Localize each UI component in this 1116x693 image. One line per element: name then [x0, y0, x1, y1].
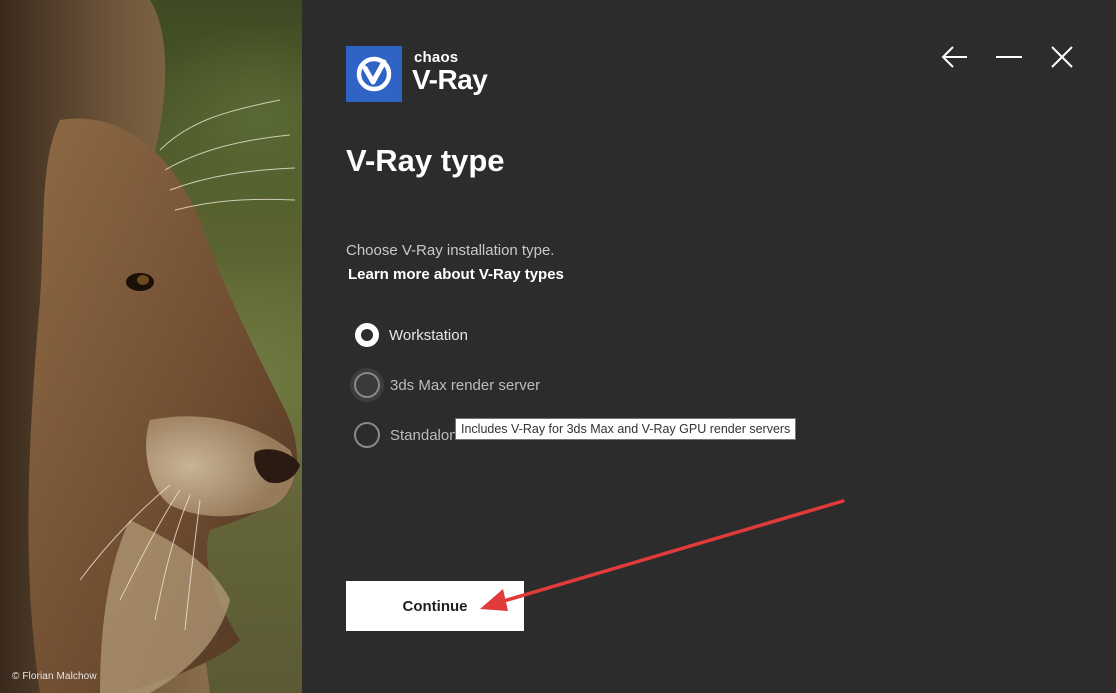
- lion-illustration: [0, 0, 300, 693]
- installer-panel: chaos V-Ray V-Ray type Choose V-Ray inst…: [302, 0, 1116, 693]
- option-label: Workstation: [389, 326, 468, 344]
- minimize-icon[interactable]: [994, 42, 1024, 72]
- option-label: 3ds Max render server: [390, 376, 541, 394]
- hero-photo: © Florian Malchow: [0, 0, 302, 693]
- vray-logo-icon: [346, 46, 402, 102]
- back-arrow-icon[interactable]: [940, 42, 970, 72]
- learn-more-link[interactable]: Learn more about V-Ray types: [348, 266, 564, 283]
- radio-selected-icon[interactable]: [355, 323, 379, 347]
- page-subtitle: Choose V-Ray installation type.: [346, 242, 555, 259]
- option-3ds-max-render-server[interactable]: 3ds Max render server: [354, 371, 540, 399]
- close-icon[interactable]: [1047, 42, 1077, 72]
- logo-product-text: V-Ray: [412, 64, 488, 95]
- continue-button[interactable]: Continue: [346, 581, 524, 631]
- radio-unselected-icon[interactable]: [354, 372, 380, 398]
- photo-credit: © Florian Malchow: [12, 671, 97, 682]
- page-title: V-Ray type: [346, 143, 505, 178]
- tooltip: Includes V-Ray for 3ds Max and V-Ray GPU…: [455, 418, 797, 440]
- radio-unselected-icon[interactable]: [354, 422, 380, 448]
- option-workstation[interactable]: Workstation: [354, 321, 468, 349]
